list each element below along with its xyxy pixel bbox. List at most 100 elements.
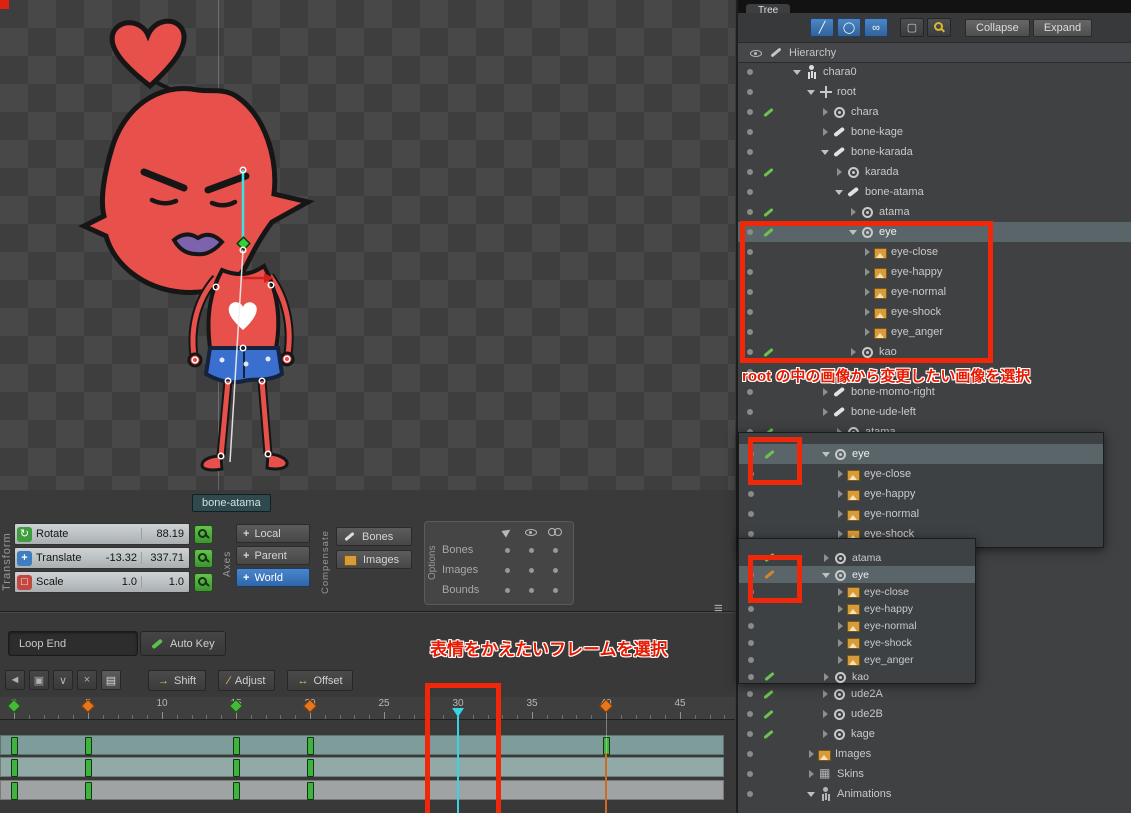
timeline-icon-button[interactable]: ▣	[29, 670, 49, 690]
option-dot[interactable]	[504, 567, 510, 573]
visibility-dot[interactable]	[747, 89, 753, 95]
node-label[interactable]: eye-happy	[864, 603, 913, 615]
node-label[interactable]: eye	[852, 569, 869, 581]
tree-row[interactable]: eye-happy	[739, 484, 1103, 504]
node-label[interactable]: kage	[851, 728, 875, 740]
visibility-dot[interactable]	[747, 409, 753, 415]
tree-row[interactable]: eye-shock	[739, 634, 975, 651]
expander-arrow[interactable]	[821, 670, 833, 684]
transform-value[interactable]: 337.71	[141, 552, 189, 564]
tree-row[interactable]: eye-close	[738, 242, 1131, 262]
node-label[interactable]: bone-momo-right	[851, 386, 935, 398]
tab-tree[interactable]: Tree	[746, 4, 791, 13]
option-dot[interactable]	[552, 547, 558, 553]
transform-row[interactable]: Rotate 88.19	[14, 523, 190, 545]
node-label[interactable]: ude2B	[851, 708, 883, 720]
node-label[interactable]: Skins	[837, 768, 864, 780]
tree-row[interactable]: eye-normal	[739, 504, 1103, 524]
expander-arrow[interactable]	[820, 105, 832, 119]
keyframe-marker[interactable]	[302, 698, 318, 714]
node-label[interactable]: eye_anger	[864, 654, 914, 666]
node-label[interactable]: eye-close	[891, 246, 938, 258]
expander-arrow[interactable]	[806, 787, 818, 801]
panel-menu-icon[interactable]: ≡	[714, 600, 723, 617]
key-button[interactable]	[194, 548, 213, 568]
keyframe-bar[interactable]	[307, 782, 314, 800]
visibility-dot[interactable]	[747, 791, 753, 797]
bone-link-icon[interactable]	[764, 671, 775, 682]
option-dot[interactable]	[504, 547, 510, 553]
visibility-dot[interactable]	[748, 622, 754, 629]
key-filter-button[interactable]	[927, 18, 951, 37]
node-label[interactable]: kao	[852, 671, 869, 683]
expander-arrow[interactable]	[820, 145, 832, 159]
bone-link-icon[interactable]	[764, 449, 775, 460]
node-label[interactable]: eye	[879, 226, 897, 238]
expander-arrow[interactable]	[848, 205, 860, 219]
transform-value[interactable]: -13.32	[93, 552, 141, 564]
expander-arrow[interactable]	[806, 85, 818, 99]
axes-button[interactable]: World	[236, 568, 310, 587]
lasso-tool-button[interactable]: ◯	[837, 18, 861, 37]
tree-row[interactable]: chara	[738, 102, 1131, 122]
timeline-track[interactable]	[0, 757, 724, 777]
bone-link-icon[interactable]	[763, 709, 774, 720]
tree-row[interactable]: kage	[738, 724, 1131, 744]
visibility-dot[interactable]	[747, 751, 753, 757]
visibility-dot[interactable]	[748, 571, 754, 578]
timeline-icon-button[interactable]: ∨	[53, 670, 73, 690]
tree-row[interactable]: ude2A	[738, 684, 1131, 704]
node-label[interactable]: eye-shock	[891, 306, 941, 318]
visibility-dot[interactable]	[747, 691, 753, 697]
visibility-dot[interactable]	[748, 605, 754, 612]
keyframe-bar[interactable]	[11, 737, 18, 755]
bone-link-icon[interactable]	[763, 207, 774, 218]
keyframe-marker[interactable]	[598, 698, 614, 714]
options-row[interactable]: Bounds	[442, 580, 567, 600]
visibility-dot[interactable]	[747, 169, 753, 175]
node-label[interactable]: root	[837, 86, 856, 98]
tree-row[interactable]: Skins	[738, 764, 1131, 784]
loop-end-button[interactable]: Loop End	[8, 631, 138, 656]
tree-row[interactable]: bone-karada	[738, 142, 1131, 162]
frame-select-button[interactable]: ▢	[900, 18, 924, 37]
expander-arrow[interactable]	[820, 125, 832, 139]
visibility-dot[interactable]	[747, 389, 753, 395]
expander-arrow[interactable]	[820, 405, 832, 419]
expander-arrow[interactable]	[862, 245, 874, 259]
visibility-dot[interactable]	[747, 309, 753, 315]
visibility-dot[interactable]	[748, 491, 754, 497]
node-label[interactable]: eye-normal	[864, 620, 917, 632]
timeline-icon-button[interactable]: ◄	[5, 670, 25, 690]
node-label[interactable]: ude2A	[851, 688, 883, 700]
transform-value[interactable]: 1.0	[141, 576, 189, 588]
bone-link-icon[interactable]	[763, 227, 774, 238]
visibility-dot[interactable]	[747, 229, 753, 235]
visibility-dot[interactable]	[748, 471, 754, 477]
tree-row[interactable]: eye	[738, 222, 1131, 242]
tree-row[interactable]: ude2B	[738, 704, 1131, 724]
bone-link-icon[interactable]	[764, 552, 775, 563]
key-button[interactable]	[194, 524, 213, 544]
option-dot[interactable]	[552, 567, 558, 573]
tree-row[interactable]: eye-happy	[738, 262, 1131, 282]
tree-row[interactable]: eye_anger	[739, 651, 975, 668]
expander-arrow[interactable]	[835, 487, 847, 501]
node-label[interactable]: bone-karada	[851, 146, 913, 158]
tree-row[interactable]: bone-kage	[738, 122, 1131, 142]
visibility-dot[interactable]	[748, 639, 754, 646]
keyframe-bar[interactable]	[11, 782, 18, 800]
expander-arrow[interactable]	[862, 265, 874, 279]
keyframe-marker[interactable]	[6, 698, 22, 714]
expander-arrow[interactable]	[862, 325, 874, 339]
node-label[interactable]: Images	[835, 748, 871, 760]
node-label[interactable]: kao	[879, 346, 897, 358]
option-dot[interactable]	[528, 567, 534, 573]
visibility-dot[interactable]	[747, 69, 753, 75]
tree-row[interactable]: atama	[739, 549, 975, 566]
expander-arrow[interactable]	[835, 585, 847, 599]
visibility-dot[interactable]	[747, 189, 753, 195]
visibility-dot[interactable]	[747, 209, 753, 215]
keyframe-bar[interactable]	[85, 759, 92, 777]
visibility-dot[interactable]	[747, 109, 753, 115]
